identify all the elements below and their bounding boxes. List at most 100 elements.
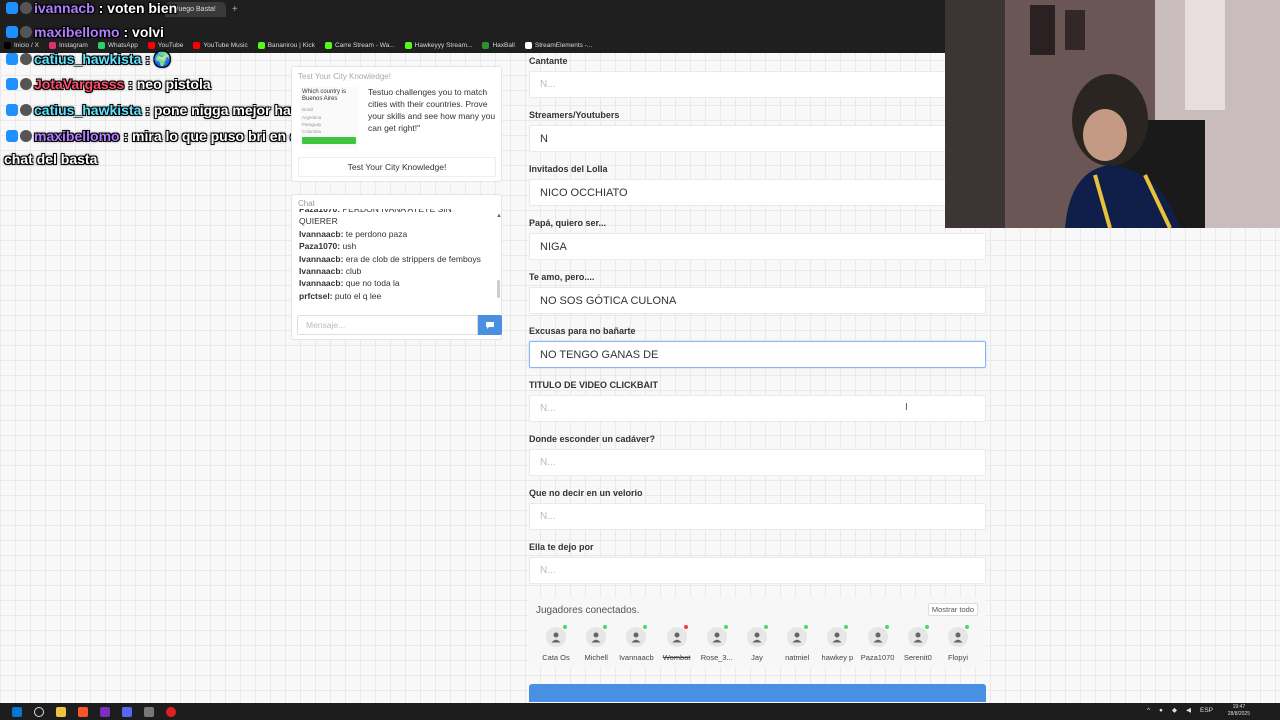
user-avatar-icon — [867, 625, 889, 647]
search-icon[interactable] — [34, 706, 44, 717]
chat-text: te perdono paza — [345, 228, 408, 239]
bookmark-label: Inicio / X — [14, 41, 39, 49]
player-item[interactable]: natmiel — [777, 625, 817, 662]
player-item[interactable]: Michell — [576, 625, 616, 662]
network-icon[interactable]: ◆ — [1172, 706, 1177, 714]
promo-card: Test Your City Knowledge! Which country … — [291, 66, 502, 182]
player-item[interactable]: Jay — [737, 625, 777, 662]
answer-input[interactable]: N... — [529, 395, 986, 422]
player-name: Serenit0 — [903, 653, 932, 662]
status-dot-icon — [603, 625, 608, 629]
bookmark-favicon-icon — [193, 41, 201, 49]
bookmark-item[interactable]: Inicio / X — [4, 41, 39, 49]
overlay-username: catius_hawkista — [34, 102, 142, 118]
bookmark-item[interactable]: Carre Stream - Wa... — [324, 41, 395, 49]
overlay-username: ivannacb — [34, 0, 95, 16]
app-icon[interactable] — [144, 706, 154, 717]
tab-label: Juego Basta! — [175, 5, 216, 13]
field-label: Te amo, pero.... — [529, 272, 595, 282]
bookmark-item[interactable]: Hawkeyyy Stream... — [404, 41, 472, 49]
player-item[interactable]: Ivannaacb — [616, 625, 656, 662]
chat-messages: Paza1070: PERDON IVANA AYEYE SIN QUIERER… — [299, 209, 489, 307]
overlay-separator: : — [94, 0, 108, 16]
chat-badge-icon — [6, 130, 18, 142]
answer-input[interactable]: NO SOS GÓTICA CULONA — [529, 287, 986, 314]
overlay-message: 🌍 — [153, 51, 172, 67]
player-item[interactable]: Rose_3... — [697, 625, 737, 662]
chat-username: Ivannaacb: — [299, 266, 344, 277]
user-avatar-icon — [747, 625, 768, 647]
bookmark-item[interactable]: YouTube — [147, 41, 184, 49]
answer-input[interactable]: NIGA — [529, 233, 986, 260]
field-label: Cantante — [529, 56, 568, 66]
chat-scrollbar[interactable] — [497, 280, 500, 298]
chat-text: que no toda la — [345, 278, 400, 289]
thumb-option: Paraguay — [302, 121, 322, 127]
player-name: Ivannaacb — [619, 653, 654, 662]
chat-username: prfctsel: — [299, 290, 333, 301]
user-avatar-icon — [586, 625, 608, 647]
bookmark-item[interactable]: StreamElements -... — [524, 41, 592, 49]
overlay-separator: : — [124, 76, 137, 92]
player-item[interactable]: hawkey p — [817, 625, 857, 662]
bookmark-item[interactable]: YouTube Music — [193, 41, 248, 49]
answer-input[interactable]: N... — [529, 557, 986, 584]
bookmark-item[interactable]: HaxBall — [482, 41, 515, 49]
bookmark-item[interactable]: WhatsApp — [97, 41, 138, 49]
chat-message: Paza1070: PERDON IVANA AYEYE SIN QUIERER — [299, 209, 489, 228]
bookmark-favicon-icon — [324, 41, 332, 49]
promo-thumbnail[interactable]: Which country is Buenos Aires Brasil Arge… — [300, 87, 358, 149]
player-item[interactable]: Cata Os — [536, 625, 576, 662]
user-avatar-icon — [827, 625, 849, 647]
player-item[interactable]: Serenit0 — [898, 625, 938, 662]
chat-input[interactable]: Mensaje... — [297, 315, 478, 335]
chat-message: Ivannaacb: te perdono paza — [299, 228, 489, 240]
answer-input[interactable]: N... — [529, 449, 986, 476]
answer-input[interactable]: NO TENGO GANAS DE — [529, 341, 986, 368]
chat-send-button[interactable] — [478, 315, 502, 335]
submit-button[interactable] — [529, 684, 986, 702]
obs-icon[interactable] — [100, 706, 110, 717]
bookmark-favicon-icon — [404, 41, 412, 49]
bookmark-label: Instagram — [58, 41, 88, 49]
new-tab-button[interactable]: + — [232, 4, 238, 15]
status-dot-icon — [844, 625, 849, 629]
mic-icon[interactable]: ● — [1159, 707, 1163, 714]
chat-username: Ivannaacb: — [299, 228, 344, 239]
player-name: Jay — [751, 653, 763, 662]
chat-text: ush — [342, 241, 357, 252]
player-item[interactable]: Paza1070 — [858, 625, 898, 662]
record-icon[interactable] — [166, 706, 176, 717]
clock-text: 19:47 28/8/2025 — [1228, 704, 1250, 718]
player-name: Rose_3... — [700, 653, 733, 662]
clock-time: 19:47 — [1232, 704, 1246, 710]
chat-badge-icon — [6, 2, 18, 14]
chat-message: Ivannaacb: era de clob de strippers de f… — [299, 253, 489, 265]
overlay-message: neo pistola — [136, 76, 211, 92]
user-avatar-icon — [666, 625, 688, 647]
browser-icon[interactable] — [78, 706, 88, 717]
show-all-button[interactable]: Mostrar todo — [927, 603, 978, 616]
tray-chevron-icon[interactable]: ^ — [1147, 707, 1150, 714]
start-icon[interactable] — [12, 706, 22, 717]
chat-scroll-up-icon[interactable]: ▲ — [496, 213, 502, 219]
overlay-chat-line: maxibellomo : volvi — [6, 24, 164, 40]
promo-button[interactable]: Test Your City Knowledge! — [298, 157, 496, 177]
answer-input[interactable]: NICO OCCHIATO — [529, 179, 986, 206]
player-item[interactable]: Flopyi — [938, 625, 978, 662]
player-name: hawkey p — [821, 653, 854, 662]
answer-input[interactable]: N — [529, 125, 986, 152]
discord-icon[interactable] — [122, 706, 132, 717]
text-cursor-icon: I — [905, 402, 908, 413]
folder-icon[interactable] — [56, 706, 66, 717]
bookmark-item[interactable]: Instagram — [48, 41, 88, 49]
volume-icon[interactable]: ◀ — [1186, 706, 1191, 714]
overlay-chat-line: chat del basta — [4, 151, 97, 167]
status-dot-icon — [563, 625, 567, 629]
answer-input[interactable]: N... — [529, 71, 986, 98]
player-item[interactable]: Wombat — [657, 625, 697, 662]
bookmark-item[interactable]: Bananirou | Kick — [257, 41, 315, 49]
answer-input[interactable]: N... — [529, 503, 986, 530]
bookmark-label: YouTube — [157, 41, 184, 49]
language-indicator[interactable]: ESP — [1200, 707, 1213, 714]
